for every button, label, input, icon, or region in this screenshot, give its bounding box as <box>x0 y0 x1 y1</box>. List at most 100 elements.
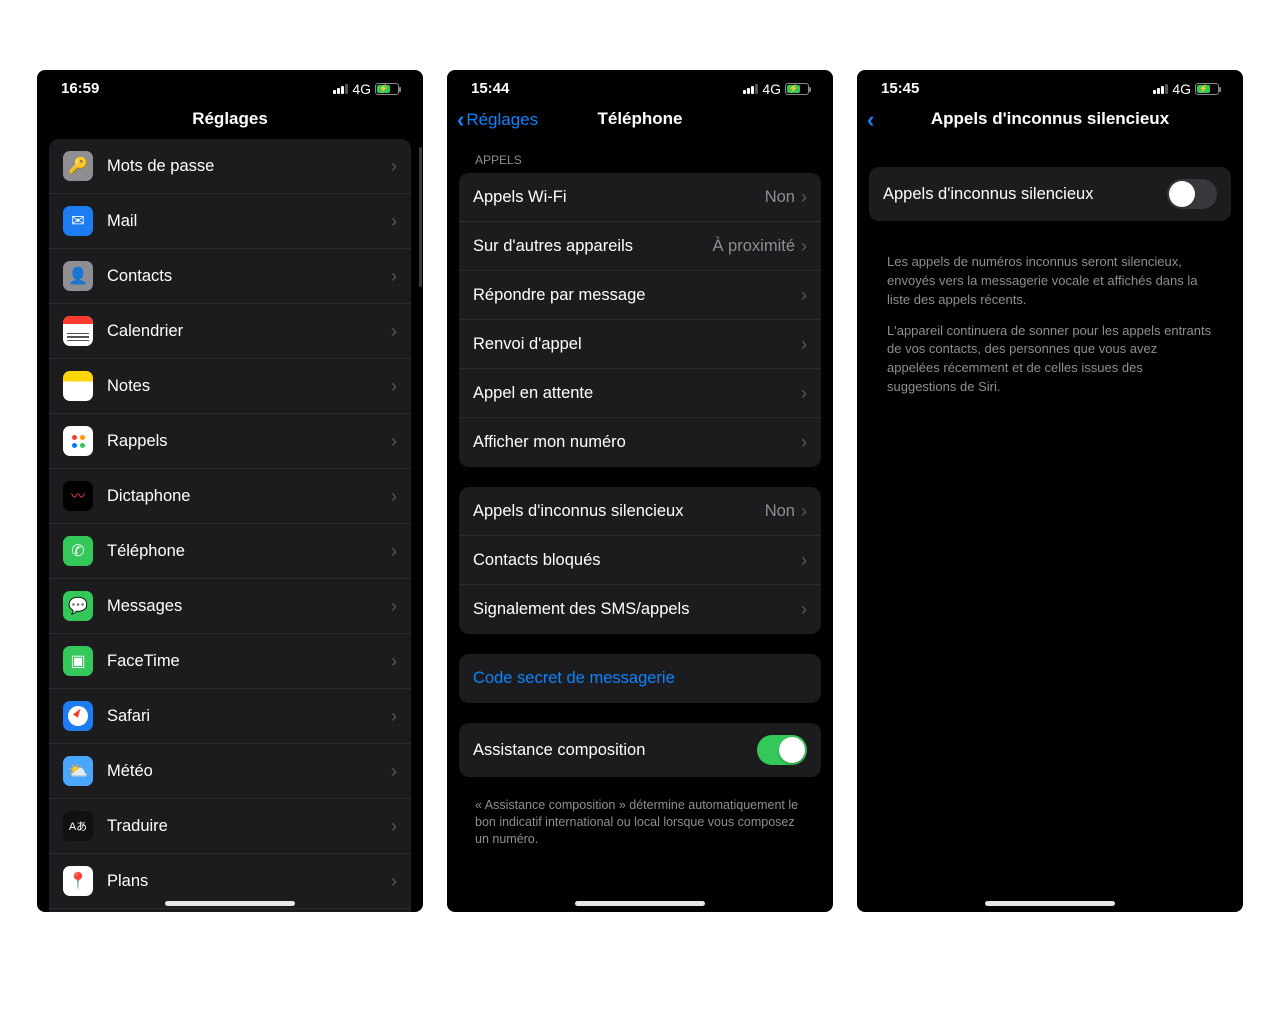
chevron-right-icon: › <box>391 376 397 397</box>
chevron-right-icon: › <box>801 187 807 208</box>
phone-settings-content[interactable]: APPELS Appels Wi-FiNon›Sur d'autres appa… <box>447 139 833 912</box>
chevron-right-icon: › <box>801 432 807 453</box>
back-label: Réglages <box>466 110 538 130</box>
dial-assist-footer: « Assistance composition » détermine aut… <box>459 797 821 858</box>
settings-row-measure[interactable]: 📏Mesures› <box>49 909 411 912</box>
settings-list[interactable]: 🔑Mots de passe› ✉︎ Mail › 👤 Contacts › Calendri… <box>37 139 423 912</box>
voicemail-group: Code secret de messagerie <box>459 654 821 703</box>
row-label: Messages <box>107 597 391 616</box>
silence-description-1: Les appels de numéros inconnus seront si… <box>869 241 1231 310</box>
settings-row-trans[interactable]: AあTraduire› <box>49 799 411 854</box>
mail-icon: ✉︎ <box>63 206 93 236</box>
home-indicator[interactable] <box>165 901 295 906</box>
page-title: Téléphone <box>597 109 682 129</box>
settings-row-safari[interactable]: Safari› <box>49 689 411 744</box>
settings-row-contacts[interactable]: 👤Contacts› <box>49 249 411 304</box>
battery-icon: ⚡ <box>1195 83 1219 95</box>
row-label: Plans <box>107 872 391 891</box>
calls-row-4[interactable]: Appel en attente› <box>459 369 821 418</box>
chevron-right-icon: › <box>801 334 807 355</box>
back-button[interactable]: ‹ <box>867 109 876 131</box>
chevron-right-icon: › <box>801 550 807 571</box>
chevron-right-icon: › <box>391 871 397 892</box>
row-label: Téléphone <box>107 542 391 561</box>
settings-row-weather[interactable]: ⛅Météo› <box>49 744 411 799</box>
network-label: 4G <box>1172 81 1191 97</box>
voicemail-passcode-row[interactable]: Code secret de messagerie <box>459 654 821 703</box>
notes-icon <box>63 371 93 401</box>
phone-icon: ✆ <box>63 536 93 566</box>
row-value: À proximité <box>712 237 795 256</box>
page-title: Réglages <box>192 109 268 129</box>
status-time: 15:45 <box>881 80 919 97</box>
settings-row-dict[interactable]: 〰 Dictaphone› <box>49 469 411 524</box>
weather-icon: ⛅ <box>63 756 93 786</box>
settings-row-key[interactable]: 🔑Mots de passe› <box>49 139 411 194</box>
row-label: FaceTime <box>107 652 391 671</box>
row-label: Contacts <box>107 267 391 286</box>
settings-row-notes[interactable]: Notes› <box>49 359 411 414</box>
block-row-0[interactable]: Appels d'inconnus silencieuxNon› <box>459 487 821 536</box>
chevron-right-icon: › <box>391 156 397 177</box>
settings-row-phone[interactable]: ✆Téléphone› <box>49 524 411 579</box>
voice-memos-icon: 〰 <box>63 481 93 511</box>
row-label: Contacts bloqués <box>473 551 801 570</box>
chevron-right-icon: › <box>391 816 397 837</box>
blocking-group: Appels d'inconnus silencieuxNon›Contacts… <box>459 487 821 634</box>
silence-toggle-row[interactable]: Appels d'inconnus silencieux <box>869 167 1231 221</box>
calls-row-0[interactable]: Appels Wi-FiNon › <box>459 173 821 222</box>
row-label: Renvoi d'appel <box>473 335 801 354</box>
row-label: Appels Wi-Fi <box>473 188 765 207</box>
maps-icon: 📍 <box>63 866 93 896</box>
row-label: Répondre par message <box>473 286 801 305</box>
block-row-1[interactable]: Contacts bloqués› <box>459 536 821 585</box>
voicemail-passcode-label: Code secret de messagerie <box>473 669 807 688</box>
calendar-icon <box>63 316 93 346</box>
settings-row-cal[interactable]: Calendrier› <box>49 304 411 359</box>
dial-assist-group: Assistance composition <box>459 723 821 777</box>
facetime-icon: ▣ <box>63 646 93 676</box>
chevron-right-icon: › <box>801 285 807 306</box>
row-label: Calendrier <box>107 322 391 341</box>
calls-row-3[interactable]: Renvoi d'appel› <box>459 320 821 369</box>
row-label: Notes <box>107 377 391 396</box>
section-header-calls: APPELS <box>459 139 821 173</box>
row-label: Rappels <box>107 432 391 451</box>
row-label: Mail <box>107 212 391 231</box>
block-row-2[interactable]: Signalement des SMS/appels› <box>459 585 821 634</box>
calls-row-2[interactable]: Répondre par message› <box>459 271 821 320</box>
dial-assist-row[interactable]: Assistance composition <box>459 723 821 777</box>
contacts-icon: 👤 <box>63 261 93 291</box>
chevron-right-icon: › <box>391 706 397 727</box>
row-label: Dictaphone <box>107 487 391 506</box>
chevron-right-icon: › <box>391 486 397 507</box>
scrollbar[interactable] <box>419 147 422 287</box>
silence-toggle[interactable] <box>1167 179 1217 209</box>
row-label: Mots de passe <box>107 157 391 176</box>
chevron-right-icon: › <box>391 431 397 452</box>
chevron-right-icon: › <box>801 236 807 257</box>
battery-icon: ⚡ <box>785 83 809 95</box>
settings-row-rem[interactable]: Rappels› <box>49 414 411 469</box>
status-bar: 16:59 4G ⚡ <box>37 70 423 101</box>
row-label: Appel en attente <box>473 384 801 403</box>
back-button[interactable]: ‹ Réglages <box>457 109 538 131</box>
signal-icon <box>743 84 758 94</box>
home-indicator[interactable] <box>575 901 705 906</box>
chevron-right-icon: › <box>801 501 807 522</box>
settings-screen: 16:59 4G ⚡ Réglages 🔑Mots de passe› ✉︎ Mai… <box>37 70 423 912</box>
home-indicator[interactable] <box>985 901 1115 906</box>
settings-row-mail[interactable]: ✉︎Mail› <box>49 194 411 249</box>
settings-row-msg[interactable]: 💬Messages› <box>49 579 411 634</box>
network-label: 4G <box>352 81 371 97</box>
row-value: Non <box>765 188 795 207</box>
status-time: 15:44 <box>471 80 509 97</box>
status-bar: 15:44 4G ⚡ <box>447 70 833 101</box>
dial-assist-toggle[interactable] <box>757 735 807 765</box>
chevron-left-icon: ‹ <box>867 109 874 131</box>
calls-row-1[interactable]: Sur d'autres appareilsÀ proximité› <box>459 222 821 271</box>
calls-row-5[interactable]: Afficher mon numéro› <box>459 418 821 467</box>
safari-icon <box>63 701 93 731</box>
settings-row-ft[interactable]: ▣FaceTime› <box>49 634 411 689</box>
messages-icon: 💬 <box>63 591 93 621</box>
